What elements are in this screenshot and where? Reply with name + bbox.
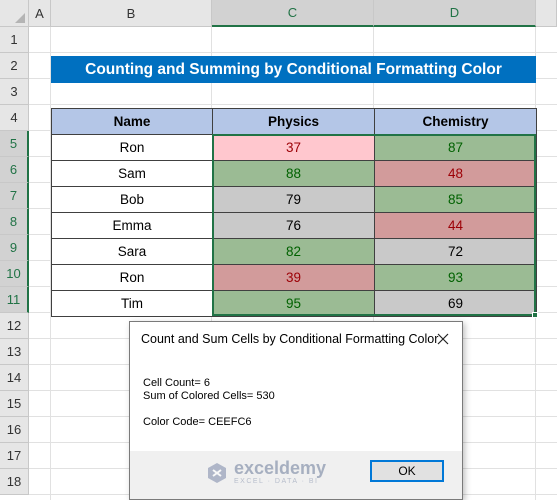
fill-handle[interactable] — [532, 312, 538, 318]
dialog-title: Count and Sum Cells by Conditional Forma… — [141, 332, 439, 346]
chemistry-cell[interactable]: 69 — [374, 290, 537, 317]
scores-table: Name Physics Chemistry Ron 37 87 Sam 88 48 Bob… — [51, 108, 537, 317]
column-header-c[interactable]: C — [212, 0, 374, 27]
chemistry-cell[interactable]: 48 — [374, 160, 537, 187]
table-row: Tim 95 69 — [51, 290, 537, 317]
chemistry-cell[interactable]: 93 — [374, 264, 537, 291]
physics-cell[interactable]: 79 — [212, 186, 375, 213]
sheet-title: Counting and Summing by Conditional Form… — [51, 56, 536, 83]
message-box: Count and Sum Cells by Conditional Forma… — [129, 321, 463, 500]
row-header-5[interactable]: 5 — [0, 131, 29, 157]
row-header-9[interactable]: 9 — [0, 235, 29, 261]
row-header-12[interactable]: 12 — [0, 313, 29, 339]
dialog-message: Cell Count= 6 Sum of Colored Cells= 530 … — [143, 377, 275, 429]
header-chemistry[interactable]: Chemistry — [374, 108, 537, 135]
row-header-8[interactable]: 8 — [0, 209, 29, 235]
cell-count-text: Cell Count= 6 — [143, 377, 210, 389]
chemistry-cell[interactable]: 44 — [374, 212, 537, 239]
ok-button[interactable]: OK — [370, 460, 444, 482]
gridline — [29, 104, 557, 105]
exceldemy-logo-icon — [208, 462, 226, 483]
row-header-7[interactable]: 7 — [0, 183, 29, 209]
physics-cell[interactable]: 95 — [212, 290, 375, 317]
table-row: Ron 37 87 — [51, 134, 537, 161]
column-header-e[interactable] — [536, 0, 557, 27]
color-code-text: Color Code= CEEFC6 — [143, 416, 252, 428]
row-header-16[interactable]: 16 — [0, 417, 29, 443]
name-cell[interactable]: Sam — [51, 160, 213, 187]
row-header-15[interactable]: 15 — [0, 391, 29, 417]
select-all-corner[interactable] — [0, 0, 29, 27]
dialog-footer: exceldemy EXCEL · DATA · BI OK — [130, 451, 462, 499]
column-header-a[interactable]: A — [29, 0, 51, 27]
row-header-13[interactable]: 13 — [0, 339, 29, 365]
name-cell[interactable]: Sara — [51, 238, 213, 265]
table-row: Sam 88 48 — [51, 160, 537, 187]
close-icon[interactable] — [432, 328, 454, 350]
column-header-d[interactable]: D — [374, 0, 536, 27]
name-cell[interactable]: Ron — [51, 264, 213, 291]
table-row: Emma 76 44 — [51, 212, 537, 239]
name-cell[interactable]: Emma — [51, 212, 213, 239]
name-cell[interactable]: Bob — [51, 186, 213, 213]
chemistry-cell[interactable]: 85 — [374, 186, 537, 213]
exceldemy-watermark: exceldemy EXCEL · DATA · BI — [206, 459, 326, 486]
chemistry-cell[interactable]: 87 — [374, 134, 537, 161]
physics-cell[interactable]: 76 — [212, 212, 375, 239]
row-header-14[interactable]: 14 — [0, 365, 29, 391]
row-header-2[interactable]: 2 — [0, 53, 29, 79]
row-header-1[interactable]: 1 — [0, 27, 29, 53]
chemistry-cell[interactable]: 72 — [374, 238, 537, 265]
table-row: Ron 39 93 — [51, 264, 537, 291]
gridline — [29, 52, 557, 53]
watermark-main: exceldemy — [234, 458, 327, 478]
table-row: Bob 79 85 — [51, 186, 537, 213]
sum-text: Sum of Colored Cells= 530 — [143, 390, 275, 402]
header-name[interactable]: Name — [51, 108, 213, 135]
physics-cell[interactable]: 39 — [212, 264, 375, 291]
name-cell[interactable]: Tim — [51, 290, 213, 317]
physics-cell[interactable]: 37 — [212, 134, 375, 161]
column-header-b[interactable]: B — [51, 0, 212, 27]
row-header-18[interactable]: 18 — [0, 469, 29, 495]
row-header-4[interactable]: 4 — [0, 105, 29, 131]
physics-cell[interactable]: 82 — [212, 238, 375, 265]
table-row: Sara 82 72 — [51, 238, 537, 265]
row-header-10[interactable]: 10 — [0, 261, 29, 287]
row-header-17[interactable]: 17 — [0, 443, 29, 469]
row-header-6[interactable]: 6 — [0, 157, 29, 183]
row-header-3[interactable]: 3 — [0, 79, 29, 105]
table-header-row: Name Physics Chemistry — [51, 108, 537, 135]
watermark-sub: EXCEL · DATA · BI — [234, 478, 319, 485]
header-physics[interactable]: Physics — [212, 108, 375, 135]
row-header-11[interactable]: 11 — [0, 287, 29, 313]
name-cell[interactable]: Ron — [51, 134, 213, 161]
physics-cell[interactable]: 88 — [212, 160, 375, 187]
